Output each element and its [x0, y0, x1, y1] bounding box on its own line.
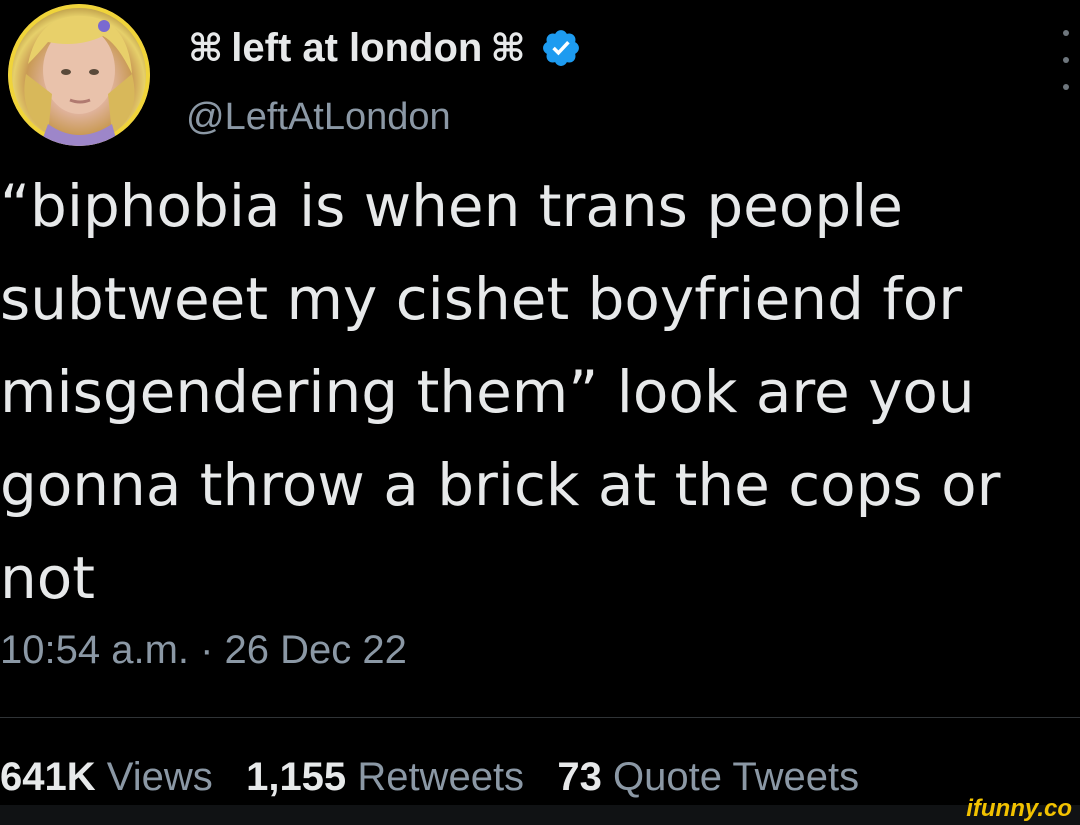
tweet-timestamp[interactable]: 10:54 a.m. · 26 Dec 22 — [0, 628, 407, 673]
more-options-icon[interactable] — [1058, 30, 1074, 90]
author-handle[interactable]: @LeftAtLondon — [186, 96, 451, 139]
retweets-stat[interactable]: 1,155 Retweets — [246, 755, 524, 799]
views-stat[interactable]: 641K Views — [0, 755, 213, 799]
views-count: 641K — [0, 755, 96, 799]
divider — [0, 717, 1080, 718]
retweets-label: Retweets — [357, 755, 525, 799]
author-name-row[interactable]: ⌘ left at london ⌘ — [188, 22, 582, 74]
command-symbol-icon: ⌘ — [188, 26, 224, 70]
quote-tweets-stat[interactable]: 73 Quote Tweets — [557, 755, 859, 799]
tweet-text: “biphobia is when trans people subtweet … — [0, 172, 1001, 612]
verified-badge-icon — [542, 30, 579, 66]
quote-tweets-label: Quote Tweets — [613, 755, 860, 799]
avatar[interactable] — [8, 4, 150, 146]
retweets-count: 1,155 — [246, 755, 347, 799]
tweet-stats: 641K Views 1,155 Retweets 73 Quote Tweet… — [0, 755, 859, 800]
views-label: Views — [106, 755, 213, 799]
quote-tweets-count: 73 — [557, 755, 602, 799]
author-display-name[interactable]: left at london — [231, 26, 482, 71]
command-symbol-icon: ⌘ — [490, 26, 526, 70]
avatar-image — [8, 4, 150, 146]
bottom-bar — [0, 805, 1080, 825]
ifunny-watermark: ifunny.co — [966, 795, 1072, 822]
